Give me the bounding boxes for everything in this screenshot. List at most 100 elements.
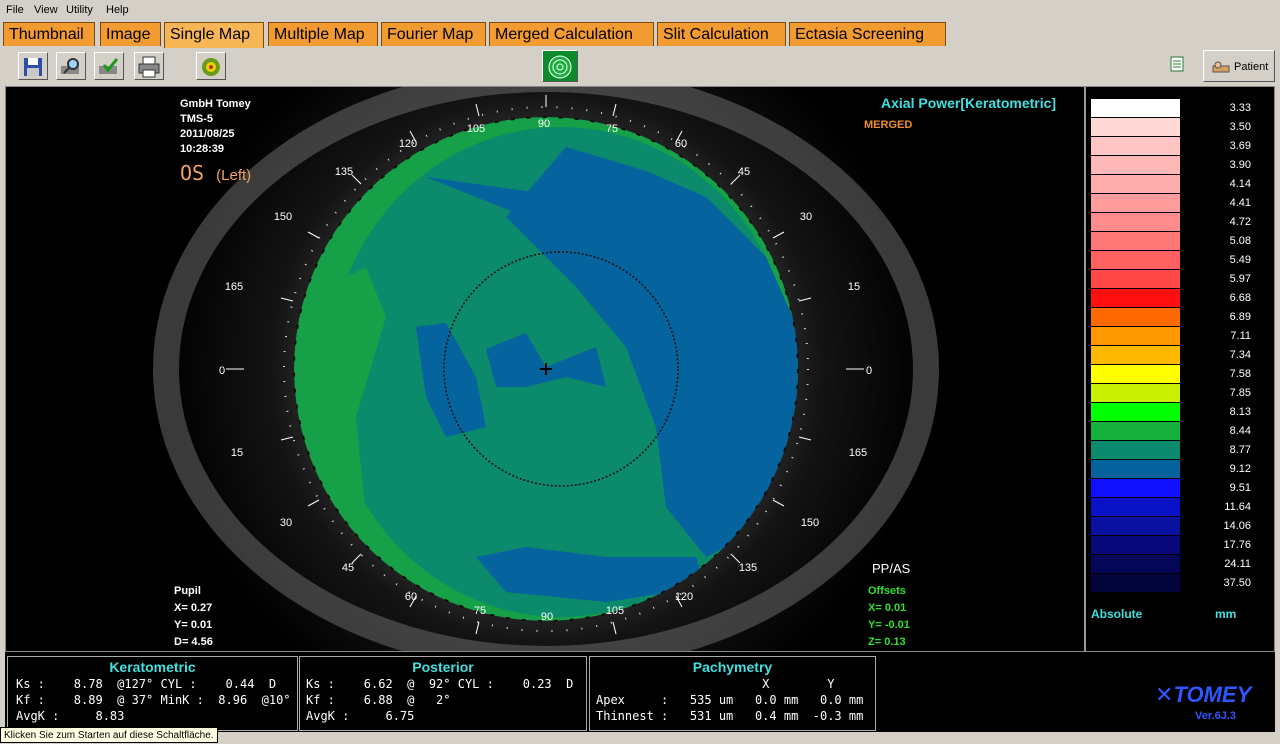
angle-label: 45 bbox=[342, 562, 354, 574]
search-exam-button[interactable] bbox=[56, 52, 86, 80]
scale-value: 5.97 bbox=[1229, 273, 1251, 285]
keratometric-title: Keratometric bbox=[109, 659, 196, 675]
tomey-logo-icon: ✕ bbox=[1155, 682, 1174, 707]
tab-merged-calculation[interactable]: Merged Calculation bbox=[489, 22, 654, 46]
angle-label: 60 bbox=[405, 591, 417, 603]
tab-image[interactable]: Image bbox=[100, 22, 161, 46]
company-name: GmbH Tomey bbox=[180, 98, 251, 110]
angle-label: 150 bbox=[801, 517, 819, 529]
pachymetry-box: Pachymetry X Y Apex : 535 um 0.0 mm 0.0 … bbox=[589, 656, 876, 731]
scale-value: 4.41 bbox=[1229, 197, 1251, 209]
scale-swatch bbox=[1091, 441, 1180, 459]
scale-swatch bbox=[1091, 213, 1180, 231]
angle-label: 45 bbox=[738, 166, 750, 178]
scale-value: 5.08 bbox=[1229, 235, 1251, 247]
pupil-info: Pupil X= 0.27 Y= 0.01 D= 4.56 bbox=[174, 583, 213, 651]
angle-label: 120 bbox=[675, 591, 693, 603]
menu-view[interactable]: View bbox=[34, 4, 58, 16]
posterior-ks: Ks : 6.62 @ 92° CYL : 0.23 D bbox=[306, 677, 574, 691]
save-icon bbox=[24, 58, 42, 76]
exam-date: 2011/08/25 bbox=[180, 128, 235, 140]
scale-unit-label: mm bbox=[1215, 607, 1237, 621]
eye-image-button[interactable] bbox=[196, 52, 226, 80]
results-panel: Keratometric Ks : 8.78 @127° CYL : 0.44 … bbox=[5, 652, 1275, 732]
scale-swatch bbox=[1091, 308, 1180, 326]
menu-help[interactable]: Help bbox=[106, 4, 129, 16]
angle-label: 120 bbox=[399, 138, 417, 150]
eye-indicator: OS (Left) bbox=[180, 161, 251, 185]
scale-swatch bbox=[1091, 327, 1180, 345]
scale-value: 9.51 bbox=[1229, 482, 1251, 494]
scale-value: 7.85 bbox=[1229, 387, 1251, 399]
confirm-exam-button[interactable] bbox=[94, 52, 124, 80]
angle-label: 0 bbox=[219, 365, 225, 377]
menu-utility[interactable]: Utility bbox=[66, 4, 93, 16]
scale-value: 7.34 bbox=[1229, 349, 1251, 361]
pupil-d: D= 4.56 bbox=[174, 636, 213, 648]
scale-value: 11.64 bbox=[1224, 501, 1251, 513]
scale-value: 3.90 bbox=[1229, 159, 1251, 171]
scale-value: 4.14 bbox=[1229, 178, 1251, 190]
axial-power-map[interactable]: 105 90 75 120 60 135 45 150 30 165 15 0 … bbox=[6, 87, 1084, 651]
exam-time: 10:28:39 bbox=[180, 143, 225, 155]
check-icon bbox=[99, 58, 119, 74]
map-display-button[interactable] bbox=[542, 50, 578, 82]
angle-label: 105 bbox=[606, 605, 624, 617]
angle-label: 135 bbox=[739, 562, 757, 574]
patient-button[interactable]: Patient bbox=[1203, 50, 1275, 82]
posterior-kf: Kf : 6.88 @ 2° bbox=[306, 693, 451, 707]
map-title: Axial Power[Keratometric] bbox=[881, 95, 1057, 111]
tab-single-map[interactable]: Single Map bbox=[164, 22, 264, 48]
scale-swatch bbox=[1091, 384, 1180, 402]
notes-icon[interactable] bbox=[1170, 56, 1184, 72]
scale-value: 9.12 bbox=[1229, 463, 1251, 475]
angle-label: 165 bbox=[225, 281, 243, 293]
keratometric-kf: Kf : 8.89 @ 37° MinK : 8.96 @10° bbox=[16, 693, 291, 707]
print-button[interactable] bbox=[134, 52, 164, 80]
magnifier-icon bbox=[61, 58, 79, 74]
pachymetry-header: X Y bbox=[596, 677, 835, 691]
save-button[interactable] bbox=[18, 52, 48, 80]
angle-label: 135 bbox=[335, 166, 353, 178]
scale-value: 3.33 bbox=[1229, 102, 1251, 114]
tab-ectasia-screening[interactable]: Ectasia Screening bbox=[789, 22, 946, 46]
scale-value: 4.72 bbox=[1229, 216, 1251, 228]
angle-label: 30 bbox=[800, 211, 812, 223]
posterior-avgk: AvgK : 6.75 bbox=[306, 709, 415, 723]
pupil-label: Pupil bbox=[174, 585, 201, 597]
tomey-logo: ✕TOMEY bbox=[1155, 682, 1251, 708]
scale-swatch bbox=[1091, 460, 1180, 478]
posterior-title: Posterior bbox=[412, 659, 474, 675]
scale-swatch bbox=[1091, 365, 1180, 383]
scale-swatch bbox=[1091, 232, 1180, 250]
tab-thumbnail[interactable]: Thumbnail bbox=[3, 22, 95, 46]
scale-mode-label[interactable]: Absolute bbox=[1091, 607, 1142, 621]
eye-side: (Left) bbox=[216, 167, 252, 184]
scale-value: 6.68 bbox=[1229, 292, 1251, 304]
tab-fourier-map[interactable]: Fourier Map bbox=[381, 22, 486, 46]
angle-label: 90 bbox=[541, 611, 553, 623]
scale-value: 24.11 bbox=[1224, 558, 1251, 570]
angle-label: 150 bbox=[274, 211, 292, 223]
scale-swatch bbox=[1091, 517, 1180, 535]
tab-multiple-map[interactable]: Multiple Map bbox=[268, 22, 378, 46]
scale-value: 8.77 bbox=[1229, 444, 1251, 456]
scale-swatch bbox=[1091, 574, 1180, 592]
scale-swatch bbox=[1091, 251, 1180, 269]
angle-label: 90 bbox=[538, 118, 550, 130]
ppas-label: PP/AS bbox=[872, 561, 911, 576]
menu-file[interactable]: File bbox=[6, 4, 24, 16]
scale-value: 5.49 bbox=[1229, 254, 1251, 266]
target-icon bbox=[548, 55, 572, 79]
scale-swatch bbox=[1091, 194, 1180, 212]
scale-swatch bbox=[1091, 422, 1180, 440]
scale-swatch bbox=[1091, 536, 1180, 554]
scale-value: 6.89 bbox=[1229, 311, 1251, 323]
angle-label: 75 bbox=[474, 605, 486, 617]
view-tabs: Thumbnail Image Single Map Multiple Map … bbox=[0, 20, 1280, 48]
scale-swatch bbox=[1091, 270, 1180, 288]
eye-code: OS bbox=[180, 161, 205, 185]
scale-swatch bbox=[1091, 346, 1180, 364]
tab-slit-calculation[interactable]: Slit Calculation bbox=[657, 22, 786, 46]
posterior-box: Posterior Ks : 6.62 @ 92° CYL : 0.23 D K… bbox=[299, 656, 587, 731]
